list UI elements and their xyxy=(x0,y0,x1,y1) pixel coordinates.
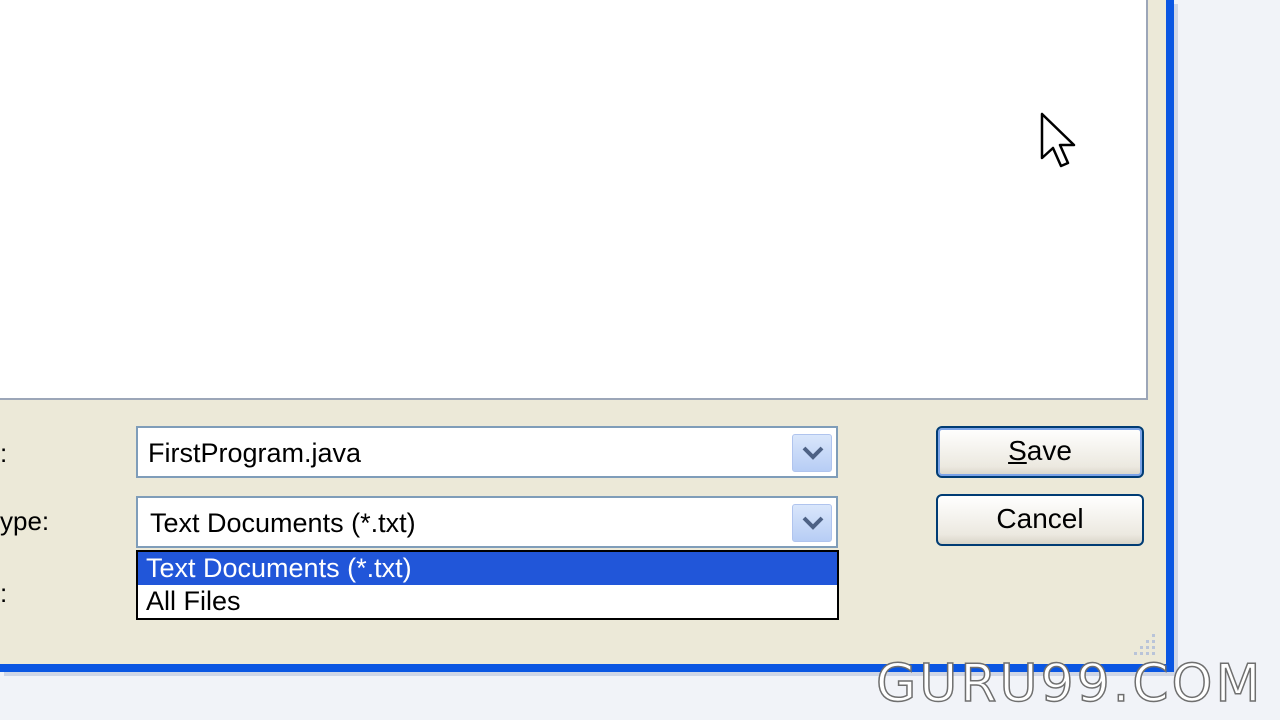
filename-input[interactable]: FirstProgram.java xyxy=(148,438,361,469)
filetype-label: ype: xyxy=(0,506,50,536)
save-button-accelerator: S xyxy=(1008,435,1027,466)
chevron-down-icon xyxy=(802,516,824,530)
mouse-cursor-icon xyxy=(1040,112,1076,168)
cancel-button[interactable]: Cancel xyxy=(936,494,1144,546)
filename-combobox[interactable]: FirstProgram.java xyxy=(136,426,838,478)
filetype-dropdown-list: Text Documents (*.txt) All Files xyxy=(136,550,839,620)
filetype-combobox[interactable]: Text Documents (*.txt) xyxy=(136,496,838,548)
filename-dropdown-button[interactable] xyxy=(792,434,832,472)
filetype-selected-value: Text Documents (*.txt) xyxy=(150,508,416,538)
filetype-dropdown-button[interactable] xyxy=(792,504,832,542)
filename-label: : xyxy=(0,438,8,468)
dropdown-option-all-files[interactable]: All Files xyxy=(138,585,837,618)
encoding-label: : xyxy=(0,578,8,608)
chevron-down-icon xyxy=(802,446,824,460)
file-list-area[interactable] xyxy=(0,0,1148,400)
dropdown-option-text-documents[interactable]: Text Documents (*.txt) xyxy=(138,552,837,585)
watermark-text: GURU99.COM xyxy=(875,653,1264,715)
save-as-dialog: : FirstProgram.java ype: Text Documents … xyxy=(0,0,1174,672)
save-button-label: ave xyxy=(1026,435,1072,466)
save-button[interactable]: Save xyxy=(936,426,1144,478)
